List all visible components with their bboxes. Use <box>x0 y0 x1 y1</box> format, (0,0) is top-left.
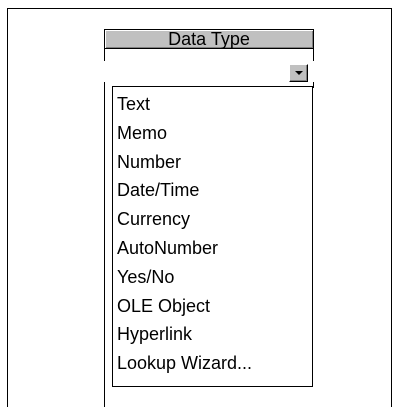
data-type-dropdown-list[interactable]: Text Memo Number Date/Time Currency Auto… <box>112 86 313 387</box>
data-type-column-header[interactable]: Data Type <box>104 29 314 49</box>
dropdown-button[interactable] <box>289 64 308 82</box>
dropdown-option-yes-no[interactable]: Yes/No <box>113 263 312 292</box>
dropdown-option-lookup-wizard[interactable]: Lookup Wizard... <box>113 349 312 378</box>
dropdown-option-hyperlink[interactable]: Hyperlink <box>113 320 312 349</box>
data-type-combo[interactable] <box>104 61 314 82</box>
column-divider-left <box>104 48 105 407</box>
dropdown-option-text[interactable]: Text <box>113 90 312 119</box>
dropdown-option-number[interactable]: Number <box>113 148 312 177</box>
dropdown-option-currency[interactable]: Currency <box>113 205 312 234</box>
dropdown-option-ole-object[interactable]: OLE Object <box>113 292 312 321</box>
dropdown-option-autonumber[interactable]: AutoNumber <box>113 234 312 263</box>
dropdown-option-date-time[interactable]: Date/Time <box>113 176 312 205</box>
dropdown-option-memo[interactable]: Memo <box>113 119 312 148</box>
chevron-down-icon <box>295 71 303 75</box>
